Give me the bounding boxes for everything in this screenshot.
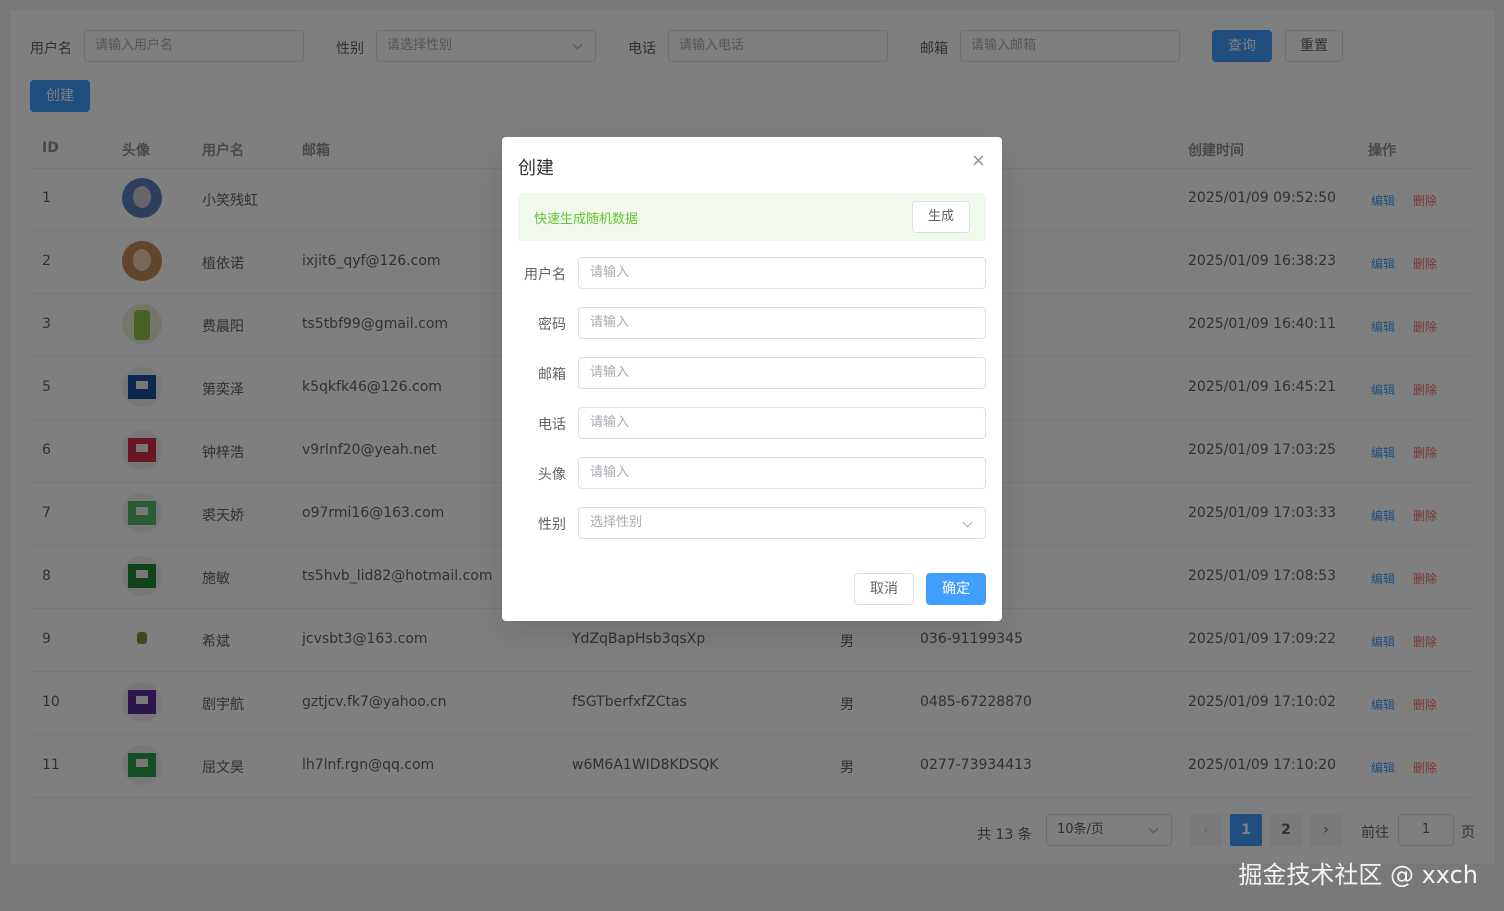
email-field-label: 邮箱 [538,367,566,383]
confirm-button[interactable]: 确定 [926,573,986,605]
close-icon[interactable]: × [971,150,986,171]
form-row-password: 密码 请输入 [502,307,1002,339]
form-row-email: 邮箱 请输入 [502,357,1002,389]
form-row-avatar: 头像 请输入 [502,457,1002,489]
cancel-button[interactable]: 取消 [854,573,914,605]
watermark: 掘金技术社区 @ xxch [1238,861,1478,889]
gender-field-select[interactable]: 选择性别 [578,507,986,539]
alert-text: 快速生成随机数据 [534,212,639,227]
username-field-input[interactable]: 请输入 [578,257,986,289]
create-dialog: 创建 × 快速生成随机数据 生成 用户名 请输入 密码 请输入 邮箱 请输入 电… [502,137,1002,621]
avatar-field-label: 头像 [538,467,566,483]
username-field-label: 用户名 [524,267,566,283]
password-field-input[interactable]: 请输入 [578,307,986,339]
form-row-phone: 电话 请输入 [502,407,1002,439]
form-row-gender: 性别 选择性别 [502,507,1002,539]
form-row-username: 用户名 请输入 [502,257,1002,289]
phone-field-label: 电话 [538,417,566,433]
generate-button[interactable]: 生成 [912,201,970,233]
email-field-input[interactable]: 请输入 [578,357,986,389]
phone-field-input[interactable]: 请输入 [578,407,986,439]
random-data-alert: 快速生成随机数据 生成 [518,193,986,241]
gender-field-placeholder: 选择性别 [590,515,643,530]
password-field-label: 密码 [538,317,566,333]
avatar-field-input[interactable]: 请输入 [578,457,986,489]
dialog-title: 创建 [518,158,554,179]
gender-field-label: 性别 [538,517,566,533]
chevron-down-icon [962,517,973,528]
